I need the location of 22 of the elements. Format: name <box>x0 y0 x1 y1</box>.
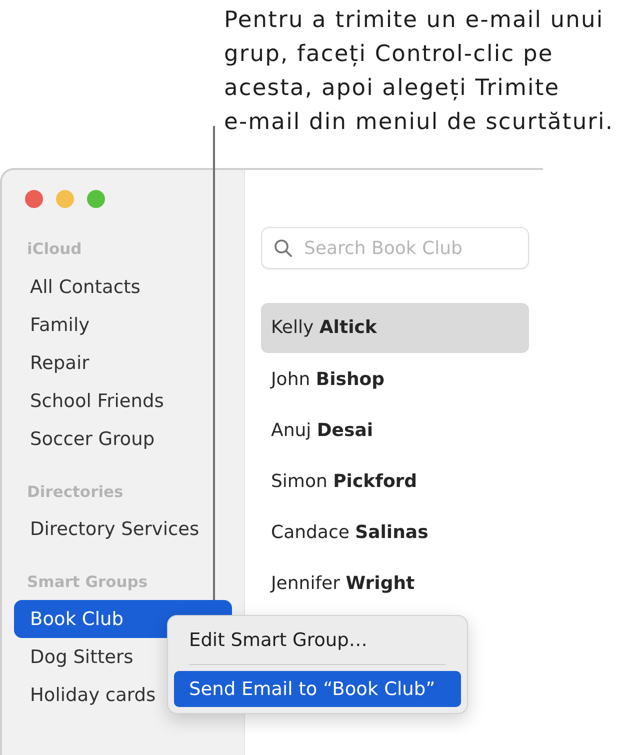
sidebar-item[interactable]: School Friends <box>14 382 232 420</box>
menu-item[interactable]: Send Email to “Book Club” <box>174 671 461 707</box>
contact-row[interactable]: Simon Pickford <box>261 456 529 507</box>
zoom-icon[interactable] <box>87 190 105 208</box>
contact-row[interactable]: Anuj Desai <box>261 405 529 456</box>
search-field[interactable]: Search Book Club <box>261 227 529 269</box>
search-icon <box>274 239 292 257</box>
contact-row[interactable]: Candace Salinas <box>261 507 529 558</box>
sidebar-item[interactable]: Family <box>14 306 232 344</box>
sidebar-item[interactable]: Directory Services <box>14 510 232 548</box>
sidebar-item[interactable]: Soccer Group <box>14 420 232 458</box>
sidebar-section-header: iCloud <box>27 240 82 258</box>
callout-text: Pentru a trimite un e-mail unui grup, faceți Control-clic pe acesta, apoi alegeți Trimite e-mail din meniul de scurtături. <box>224 6 615 137</box>
contact-row[interactable]: John Bishop <box>261 354 529 405</box>
minimize-icon[interactable] <box>56 190 74 208</box>
close-icon[interactable] <box>25 190 43 208</box>
sidebar-item[interactable]: Repair <box>14 344 232 382</box>
sidebar-section-header: Smart Groups <box>27 573 148 591</box>
contact-row[interactable]: Jennifer Wright <box>261 558 529 609</box>
sidebar-item[interactable]: All Contacts <box>14 268 232 306</box>
sidebar-section-header: Directories <box>27 483 124 501</box>
contact-row[interactable]: Kelly Altick <box>261 303 529 353</box>
